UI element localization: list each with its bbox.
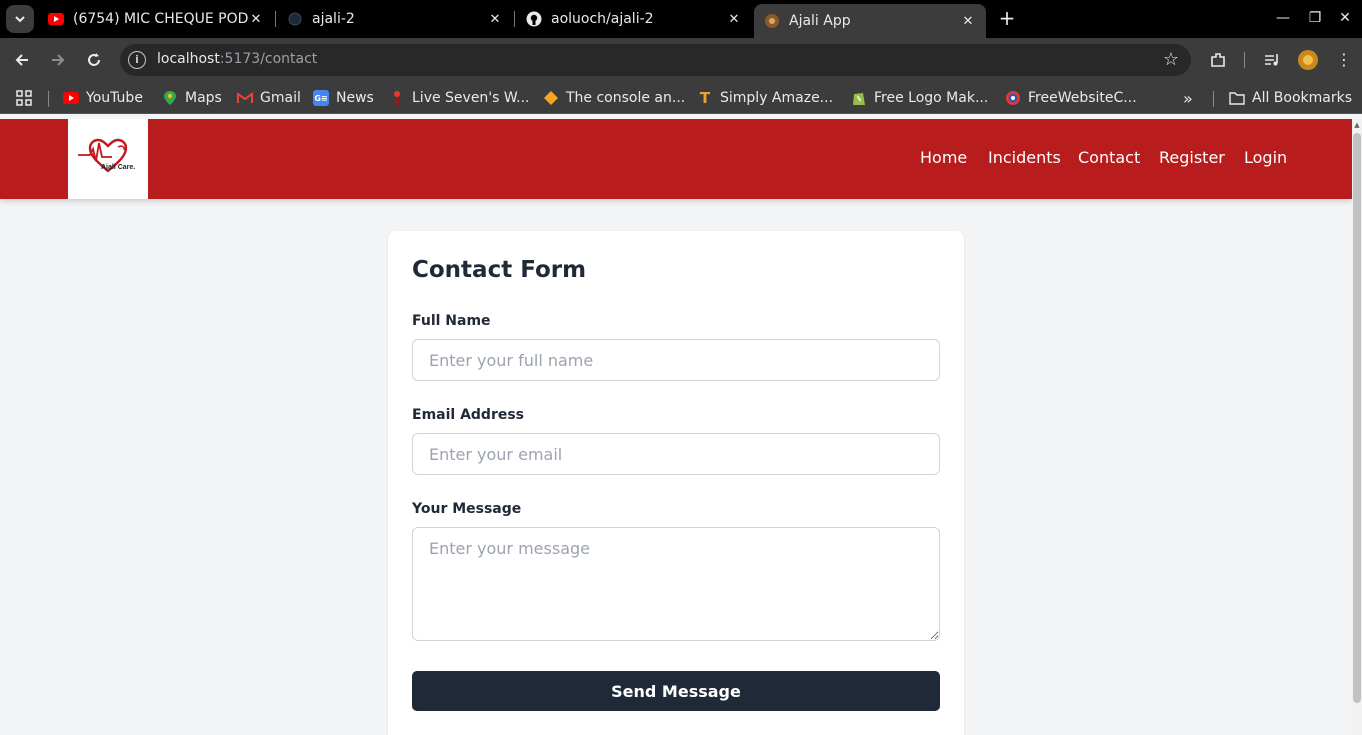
page-viewport: Ajali Care. Home Incidents Contact Regis… bbox=[0, 119, 1352, 735]
page-scrollbar[interactable]: ▲ bbox=[1352, 119, 1362, 735]
bookmark-label: YouTube bbox=[86, 90, 143, 106]
kebab-menu-icon[interactable]: ⋮ bbox=[1332, 48, 1356, 72]
full-name-input[interactable] bbox=[412, 339, 940, 381]
url-path: :5173/contact bbox=[219, 51, 318, 67]
close-icon[interactable]: ✕ bbox=[960, 14, 976, 29]
shopify-icon bbox=[851, 90, 867, 106]
tab-ajali-app[interactable]: Ajali App ✕ bbox=[754, 4, 986, 38]
browser-toolbar: i localhost:5173/contact ☆ ⋮ bbox=[0, 38, 1362, 82]
profile-avatar[interactable] bbox=[1296, 48, 1320, 72]
chevron-down-icon bbox=[15, 16, 25, 23]
bookmarks-bar: YouTube Maps Gmail G≡ News Live Seven's … bbox=[0, 82, 1362, 114]
tab-divider bbox=[514, 11, 515, 27]
forward-arrow-icon[interactable] bbox=[46, 48, 70, 72]
bookmark-label: The console an... bbox=[566, 90, 686, 106]
bookmark-label: Live Seven's W... bbox=[412, 90, 530, 106]
bookmarks-divider bbox=[1213, 91, 1214, 107]
github-icon bbox=[526, 11, 542, 27]
toolbar-divider bbox=[1244, 52, 1245, 68]
nav-register[interactable]: Register bbox=[1159, 148, 1225, 167]
bookmark-label: FreeWebsiteC... bbox=[1028, 90, 1137, 106]
diamond-icon bbox=[543, 90, 559, 106]
page-title: Contact Form bbox=[412, 257, 587, 283]
email-label: Email Address bbox=[412, 407, 525, 423]
tab-youtube[interactable]: (6754) MIC CHEQUE POD ✕ bbox=[38, 4, 274, 34]
bookmark-label: Simply Amaze... bbox=[720, 90, 834, 106]
tab-title: ajali-2 bbox=[312, 11, 355, 27]
bookmark-simply-amaze[interactable]: T Simply Amaze... bbox=[697, 88, 833, 108]
more-bookmarks-button[interactable]: » bbox=[1183, 88, 1193, 108]
email-input[interactable] bbox=[412, 433, 940, 475]
tab-search-button[interactable] bbox=[6, 5, 34, 33]
youtube-icon bbox=[63, 90, 79, 106]
address-bar[interactable]: i localhost:5173/contact ☆ bbox=[120, 44, 1191, 76]
extensions-icon[interactable] bbox=[1206, 48, 1230, 72]
nav-login[interactable]: Login bbox=[1244, 148, 1287, 167]
gmail-icon bbox=[237, 90, 253, 106]
close-icon[interactable]: ✕ bbox=[726, 12, 742, 27]
bookmark-label: News bbox=[336, 90, 374, 106]
bookmark-gmail[interactable]: Gmail bbox=[237, 88, 301, 108]
tab-title: aoluoch/ajali-2 bbox=[551, 11, 654, 27]
bookmarks-divider bbox=[48, 91, 49, 107]
news-icon: G≡ bbox=[313, 90, 329, 106]
new-tab-button[interactable]: + bbox=[996, 7, 1018, 29]
scroll-thumb[interactable] bbox=[1353, 133, 1361, 703]
bookmark-maps[interactable]: Maps bbox=[162, 88, 222, 108]
bookmark-star-icon[interactable]: ☆ bbox=[1163, 49, 1179, 70]
ajali-app-icon bbox=[764, 13, 780, 29]
logo-text: Ajali Care. bbox=[101, 164, 136, 171]
bookmark-live[interactable]: Live Seven's W... bbox=[389, 88, 530, 108]
message-label: Your Message bbox=[412, 501, 522, 517]
bookmark-news[interactable]: G≡ News bbox=[313, 88, 374, 108]
bookmark-label: Gmail bbox=[260, 90, 301, 106]
bookmark-free-website[interactable]: FreeWebsiteC... bbox=[1005, 88, 1137, 108]
bookmark-label: Free Logo Mak... bbox=[874, 90, 989, 106]
close-icon[interactable]: ✕ bbox=[487, 12, 503, 27]
tab-divider bbox=[275, 11, 276, 27]
url-text[interactable]: localhost:5173/contact bbox=[157, 51, 317, 67]
nav-home[interactable]: Home bbox=[920, 148, 967, 167]
apps-grid-icon[interactable] bbox=[16, 88, 32, 108]
nav-contact[interactable]: Contact bbox=[1078, 148, 1140, 167]
bookmark-youtube[interactable]: YouTube bbox=[63, 88, 143, 108]
restore-icon[interactable]: ❐ bbox=[1304, 6, 1326, 30]
back-arrow-icon[interactable] bbox=[10, 48, 34, 72]
browser-tab-strip: (6754) MIC CHEQUE POD ✕ ajali-2 ✕ aoluoc… bbox=[0, 0, 1362, 38]
contact-form-card: Contact Form Full Name Email Address You… bbox=[388, 231, 964, 735]
close-icon[interactable]: ✕ bbox=[248, 12, 264, 27]
bookmark-label: Maps bbox=[185, 90, 222, 106]
message-textarea[interactable] bbox=[412, 527, 940, 641]
media-control-icon[interactable] bbox=[1260, 48, 1284, 72]
bookmark-console[interactable]: The console an... bbox=[543, 88, 685, 108]
live-icon bbox=[389, 90, 405, 106]
tab-title: (6754) MIC CHEQUE POD bbox=[73, 11, 248, 27]
dark-circle-icon bbox=[287, 11, 303, 27]
maps-icon bbox=[162, 90, 178, 106]
bookmark-label: All Bookmarks bbox=[1252, 90, 1353, 106]
close-window-icon[interactable]: ✕ bbox=[1334, 6, 1356, 30]
tab-title: Ajali App bbox=[789, 13, 851, 29]
reload-icon[interactable] bbox=[82, 48, 106, 72]
globe-icon bbox=[1005, 90, 1021, 106]
all-bookmarks-button[interactable]: All Bookmarks bbox=[1229, 88, 1352, 108]
site-info-icon[interactable]: i bbox=[128, 51, 146, 69]
minimize-icon[interactable]: — bbox=[1272, 6, 1294, 30]
youtube-icon bbox=[48, 11, 64, 27]
bookmark-free-logo[interactable]: Free Logo Mak... bbox=[851, 88, 988, 108]
nav-incidents[interactable]: Incidents bbox=[988, 148, 1061, 167]
url-host: localhost bbox=[157, 51, 220, 67]
heartbeat-heart-icon bbox=[78, 138, 128, 173]
send-message-button[interactable]: Send Message bbox=[412, 671, 940, 711]
folder-icon bbox=[1229, 90, 1245, 106]
tab-ajali-2[interactable]: ajali-2 ✕ bbox=[277, 4, 513, 34]
tab-github[interactable]: aoluoch/ajali-2 ✕ bbox=[516, 4, 752, 34]
app-navbar: Ajali Care. Home Incidents Contact Regis… bbox=[0, 119, 1352, 199]
t-icon: T bbox=[699, 89, 711, 107]
scroll-up-arrow-icon[interactable]: ▲ bbox=[1353, 121, 1361, 129]
full-name-label: Full Name bbox=[412, 313, 491, 329]
ajali-care-logo[interactable]: Ajali Care. bbox=[68, 119, 148, 199]
